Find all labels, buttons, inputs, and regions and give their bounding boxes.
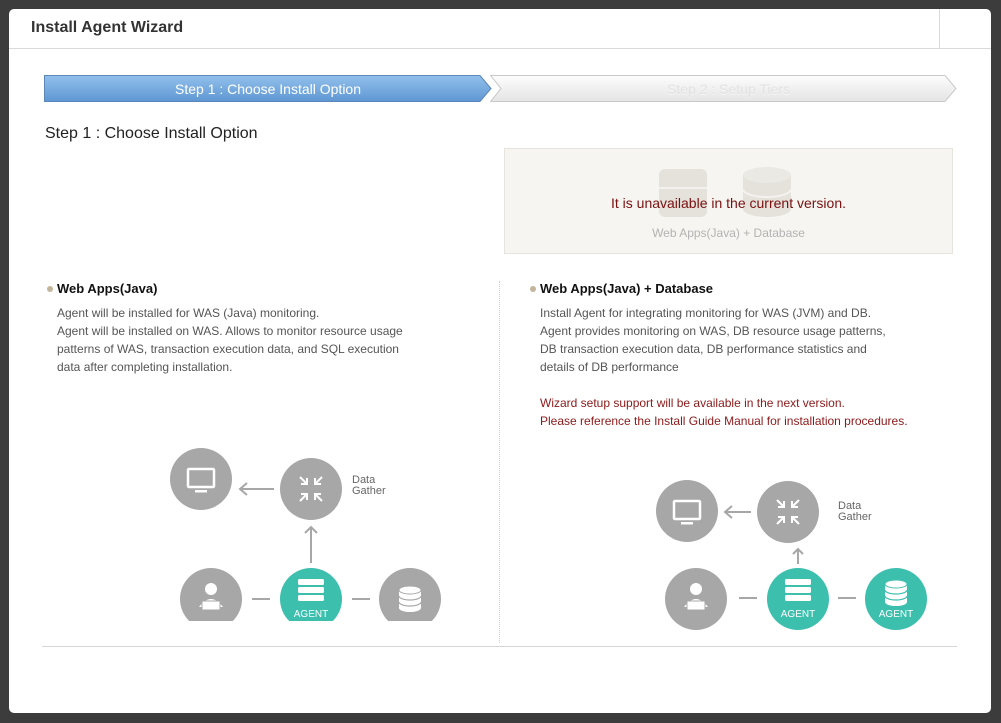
arrow-left-icon bbox=[723, 505, 751, 519]
arrow-left-icon bbox=[238, 482, 274, 496]
description-line: Agent will be installed for WAS (Java) m… bbox=[57, 306, 320, 320]
description-line: Install Agent for integrating monitoring… bbox=[540, 306, 872, 320]
user-laptop-icon bbox=[665, 568, 727, 630]
unavailable-message: It is unavailable in the current version… bbox=[610, 195, 846, 211]
description-line: data after completing installation. bbox=[57, 360, 233, 374]
step-1-label: Step 1 : Choose Install Option bbox=[175, 81, 361, 97]
database-agent-icon: AGENT bbox=[865, 568, 927, 630]
option-description: Install Agent for integrating monitoring… bbox=[540, 304, 886, 376]
title-bar-corner-box bbox=[939, 9, 991, 48]
note-line: Please reference the Install Guide Manua… bbox=[540, 414, 908, 428]
database-icon bbox=[379, 568, 441, 621]
unavailable-panel: It is unavailable in the current version… bbox=[504, 148, 953, 254]
user-laptop-icon bbox=[180, 568, 242, 621]
agent-label: AGENT bbox=[294, 609, 328, 620]
column-divider bbox=[499, 281, 500, 643]
unavailable-option-label: Web Apps(Java) + Database bbox=[652, 226, 805, 240]
description-line: Agent provides monitoring on WAS, DB res… bbox=[540, 324, 886, 338]
web-apps-java-diagram: Data Gather AGENT bbox=[170, 448, 441, 621]
step-progress-bar: Step 1 : Choose Install Option Step 2 : … bbox=[44, 75, 957, 102]
step-2-label: Step 2 : Setup Tiers bbox=[667, 81, 790, 97]
data-gather-icon bbox=[757, 481, 819, 543]
data-gather-icon bbox=[280, 458, 342, 520]
monitor-icon bbox=[656, 480, 718, 542]
bottom-divider bbox=[42, 646, 957, 647]
db-agent-label: AGENT bbox=[879, 609, 913, 620]
option-title: Web Apps(Java) bbox=[57, 281, 158, 296]
title-bar: Install Agent Wizard bbox=[9, 9, 991, 49]
option-description: Agent will be installed for WAS (Java) m… bbox=[57, 304, 403, 376]
bullet-icon bbox=[530, 286, 536, 292]
data-gather-label: Gather bbox=[838, 511, 872, 523]
data-gather-label: Gather bbox=[352, 485, 386, 497]
arrow-up-icon bbox=[304, 525, 318, 563]
availability-note: Wizard setup support will be available i… bbox=[540, 394, 908, 430]
note-line: Wizard setup support will be available i… bbox=[540, 396, 845, 410]
wizard-window: Install Agent Wizard Step 1 : Choose Ins… bbox=[9, 9, 991, 713]
description-line: patterns of WAS, transaction execution d… bbox=[57, 342, 399, 356]
agent-icon: AGENT bbox=[767, 568, 829, 630]
option-title: Web Apps(Java) + Database bbox=[540, 281, 714, 296]
monitor-icon bbox=[170, 448, 232, 510]
description-line: Agent will be installed on WAS. Allows t… bbox=[57, 324, 403, 338]
window-title: Install Agent Wizard bbox=[31, 19, 184, 36]
agent-label: AGENT bbox=[781, 609, 815, 620]
description-line: DB transaction execution data, DB perfor… bbox=[540, 342, 867, 356]
step-2-tab[interactable]: Step 2 : Setup Tiers bbox=[490, 75, 957, 102]
web-apps-java-database-diagram: Data Gather AGENT AGENT bbox=[656, 480, 927, 630]
page-heading: Step 1 : Choose Install Option bbox=[45, 125, 258, 142]
arrow-up-icon bbox=[792, 547, 804, 564]
agent-icon: AGENT bbox=[280, 568, 342, 621]
step-1-tab[interactable]: Step 1 : Choose Install Option bbox=[44, 75, 492, 102]
description-line: details of DB performance bbox=[540, 360, 679, 374]
bullet-icon bbox=[47, 286, 53, 292]
